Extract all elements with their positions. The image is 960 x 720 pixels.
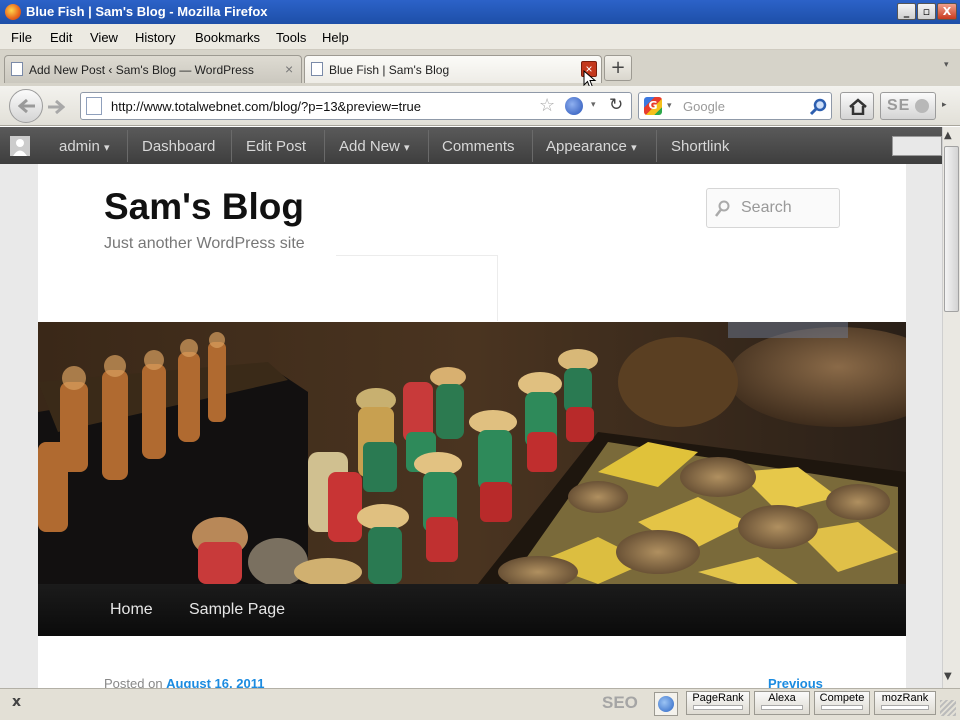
main-navigation <box>38 584 906 636</box>
divider <box>532 130 533 162</box>
home-icon <box>849 98 867 115</box>
alexa-bar <box>761 705 803 710</box>
reload-icon[interactable]: ↻ <box>609 95 623 115</box>
globe-icon <box>658 696 674 712</box>
home-button[interactable] <box>840 92 874 120</box>
mozrank-label: mozRank <box>881 692 929 704</box>
new-tab-button[interactable]: + <box>604 55 632 81</box>
menu-tools[interactable]: Tools <box>276 30 306 45</box>
tab-close-icon[interactable]: × <box>285 61 293 77</box>
appearance-label: Appearance <box>546 138 627 155</box>
tab-label: Add New Post ‹ Sam's Blog — WordPress <box>29 63 254 77</box>
chess-set-photo <box>38 322 906 584</box>
compete-bar <box>821 705 863 710</box>
scroll-up-arrow-icon[interactable]: ▲ <box>944 130 952 141</box>
site-title[interactable]: Sam's Blog <box>104 186 304 228</box>
back-arrow-icon <box>18 99 35 113</box>
close-window-button[interactable]: X <box>937 3 957 20</box>
seo-gear-icon <box>915 99 929 113</box>
minimize-button[interactable]: _ <box>897 3 916 20</box>
menu-bookmarks[interactable]: Bookmarks <box>195 30 260 45</box>
site-search-placeholder: Search <box>741 199 792 216</box>
admin-search-input[interactable] <box>892 136 942 156</box>
nav-sample-page-link[interactable]: Sample Page <box>189 601 285 619</box>
search-bar[interactable]: G ▾ Google <box>638 92 832 120</box>
menu-help[interactable]: Help <box>322 30 349 45</box>
pagerank-bar <box>693 705 743 710</box>
forward-arrow-icon <box>48 100 65 114</box>
bookmark-star-icon[interactable]: ☆ <box>539 95 555 116</box>
tab-add-new-post[interactable]: Add New Post ‹ Sam's Blog — WordPress × <box>4 55 302 83</box>
admin-user-label: admin <box>59 138 100 155</box>
header-banner-image <box>38 322 906 584</box>
google-icon[interactable]: G <box>644 97 662 115</box>
alexa-widget[interactable]: Alexa <box>754 691 810 715</box>
menu-file[interactable]: File <box>11 30 32 45</box>
admin-edit-post-link[interactable]: Edit Post <box>246 138 306 155</box>
url-text[interactable]: http://www.totalwebnet.com/blog/?p=13&pr… <box>111 99 421 114</box>
page-icon <box>311 62 323 76</box>
window-title: Blue Fish | Sam's Blog - Mozilla Firefox <box>26 4 268 19</box>
engine-dropdown-icon[interactable]: ▾ <box>667 101 672 111</box>
window-titlebar: Blue Fish | Sam's Blog - Mozilla Firefox… <box>0 0 960 24</box>
page-icon <box>11 62 23 76</box>
scroll-down-arrow-icon[interactable]: ▼ <box>944 671 952 682</box>
close-addon-bar-icon[interactable]: x <box>12 694 21 710</box>
divider <box>428 130 429 162</box>
alexa-label: Alexa <box>768 692 796 704</box>
pagerank-label: PageRank <box>692 692 744 704</box>
tab-label: Blue Fish | Sam's Blog <box>329 63 450 77</box>
menu-edit[interactable]: Edit <box>50 30 72 45</box>
dropdown-arrow-icon: ▾ <box>104 142 110 154</box>
admin-comments-link[interactable]: Comments <box>442 138 515 155</box>
pagerank-widget[interactable]: PageRank <box>686 691 750 715</box>
dropdown-arrow-icon[interactable]: ▾ <box>591 100 596 110</box>
globe-icon[interactable] <box>565 97 583 115</box>
seo-label: SE <box>887 97 911 114</box>
compete-label: Compete <box>819 692 865 704</box>
seo-toolbar-button[interactable]: SE <box>880 92 936 120</box>
forward-button[interactable] <box>45 97 69 117</box>
dropdown-arrow-icon: ▾ <box>631 142 637 154</box>
tab-list-chevron-icon[interactable]: ▾ <box>944 60 949 70</box>
restore-button[interactable]: ▫ <box>917 3 936 20</box>
firefox-logo-icon <box>5 4 21 20</box>
site-search-input[interactable]: Search <box>706 188 840 228</box>
divider <box>656 130 657 162</box>
mozrank-bar <box>881 705 929 710</box>
address-bar[interactable]: http://www.totalwebnet.com/blog/?p=13&pr… <box>80 92 632 120</box>
user-silhouette-icon <box>13 139 27 156</box>
tab-blue-fish[interactable]: Blue Fish | Sam's Blog × <box>304 55 602 83</box>
search-input[interactable]: Google <box>683 99 725 114</box>
admin-appearance-menu[interactable]: Appearance ▾ <box>546 138 637 155</box>
menubar: File Edit View History Bookmarks Tools H… <box>0 24 960 50</box>
divider <box>127 130 128 162</box>
seo-status-label[interactable]: SEO <box>602 693 638 713</box>
seo-status-button[interactable] <box>654 692 678 716</box>
menu-view[interactable]: View <box>90 30 118 45</box>
scrollbar-thumb[interactable] <box>944 146 959 312</box>
mozrank-widget[interactable]: mozRank <box>874 691 936 715</box>
resize-grip-icon[interactable] <box>940 700 956 716</box>
header-divider <box>336 255 498 321</box>
admin-user-menu[interactable]: admin ▾ <box>59 138 110 155</box>
admin-add-new-menu[interactable]: Add New ▾ <box>339 138 410 155</box>
divider <box>324 130 325 162</box>
avatar[interactable] <box>10 136 30 156</box>
dropdown-arrow-icon: ▾ <box>404 142 410 154</box>
admin-dashboard-link[interactable]: Dashboard <box>142 138 215 155</box>
back-button[interactable] <box>9 89 43 123</box>
magnifier-icon[interactable] <box>809 98 827 116</box>
divider <box>231 130 232 162</box>
compete-widget[interactable]: Compete <box>814 691 870 715</box>
toolbar-overflow-icon[interactable]: ▸ <box>942 100 947 110</box>
nav-home-link[interactable]: Home <box>110 601 153 619</box>
admin-shortlink-link[interactable]: Shortlink <box>671 138 729 155</box>
site-tagline: Just another WordPress site <box>104 235 305 252</box>
menu-history[interactable]: History <box>135 30 175 45</box>
search-icon <box>715 200 730 217</box>
add-new-label: Add New <box>339 138 400 155</box>
page-icon <box>86 97 102 115</box>
